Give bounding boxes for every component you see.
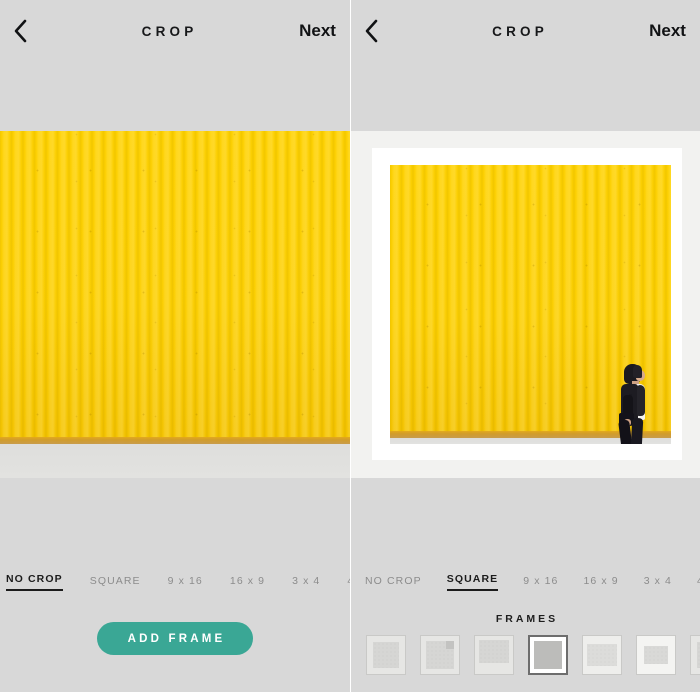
- ratio-tab-3x4[interactable]: 3 x 4: [292, 575, 320, 590]
- person-front-leg: [629, 417, 644, 444]
- header-bar-right: CROP Next: [351, 0, 700, 62]
- aspect-ratio-tabs-right[interactable]: NO CROP SQUARE 9 x 16 16 x 9 3 x 4 4 x 3…: [351, 565, 700, 599]
- ratio-tab-9x16[interactable]: 9 x 16: [168, 575, 203, 590]
- ratio-tab-9x16[interactable]: 9 x 16: [523, 575, 558, 590]
- ratio-tab-16x9[interactable]: 16 x 9: [583, 575, 618, 590]
- screen-no-crop: CROP Next NO CROP SQUARE 9 x 16 16 x 9 3…: [0, 0, 350, 692]
- dual-screenshot-container: CROP Next NO CROP SQUARE 9 x 16 16 x 9 3…: [0, 0, 700, 692]
- back-chevron-left-icon[interactable]: [14, 18, 36, 44]
- header-bar-left: CROP Next: [0, 0, 350, 62]
- add-frame-button[interactable]: ADD FRAME: [96, 622, 254, 655]
- primary-action-area: ADD FRAME: [0, 622, 350, 655]
- photo-preview-square-crop[interactable]: [351, 131, 700, 478]
- person-hair-front: [633, 365, 642, 378]
- yellow-wall: [0, 131, 350, 444]
- page-title-right: CROP: [492, 23, 548, 39]
- frame-inner-area: [479, 640, 509, 663]
- ground-surface: [0, 444, 350, 478]
- frame-inner-area: [534, 641, 562, 669]
- frame-inner-area: [373, 642, 399, 668]
- ratio-tab-no-crop[interactable]: NO CROP: [365, 575, 422, 590]
- person-jacket-back: [637, 385, 645, 416]
- next-button-right[interactable]: Next: [649, 21, 686, 41]
- frames-thumbnail-list[interactable]: [351, 633, 700, 677]
- ratio-tab-square[interactable]: SQUARE: [90, 575, 141, 590]
- frame-inner-area: [587, 644, 617, 666]
- wall-base-trim: [0, 437, 350, 444]
- wall-texture: [0, 131, 350, 444]
- page-title-left: CROP: [141, 23, 198, 39]
- frame-thumb-more[interactable]: [690, 635, 700, 675]
- screen-square-crop: CROP Next NO CROP SQUARE 9 x 16 16 x 9 3…: [350, 0, 700, 692]
- frame-thumb-offset-mat[interactable]: [636, 635, 676, 675]
- frame-thumb-thin-border[interactable]: [366, 635, 406, 675]
- square-crop-region[interactable]: [390, 165, 671, 444]
- frame-corner-tab-mark: [446, 641, 454, 649]
- frame-thumb-polaroid[interactable]: [474, 635, 514, 675]
- ratio-tab-no-crop[interactable]: NO CROP: [6, 573, 63, 591]
- next-button-left[interactable]: Next: [299, 21, 336, 41]
- ratio-tab-square[interactable]: SQUARE: [446, 573, 499, 591]
- back-chevron-left-icon[interactable]: [365, 18, 387, 44]
- frame-pattern: [479, 640, 509, 663]
- frames-section-title: FRAMES: [495, 613, 559, 625]
- frame-pattern: [587, 644, 617, 666]
- person-figure: [610, 364, 656, 444]
- ratio-tab-16x9[interactable]: 16 x 9: [230, 575, 265, 590]
- photo-preview-no-crop[interactable]: [0, 131, 350, 478]
- aspect-ratio-tabs-left[interactable]: NO CROP SQUARE 9 x 16 16 x 9 3 x 4 4 x 3…: [0, 565, 350, 599]
- frame-thumb-white-mat[interactable]: [528, 635, 568, 675]
- frame-pattern: [644, 646, 668, 664]
- frame-pattern: [373, 642, 399, 668]
- frame-thumb-wide-mat[interactable]: [582, 635, 622, 675]
- ratio-tab-3x4[interactable]: 3 x 4: [644, 575, 672, 590]
- frame-inner-area: [644, 646, 668, 664]
- frame-thumb-corner-tab[interactable]: [420, 635, 460, 675]
